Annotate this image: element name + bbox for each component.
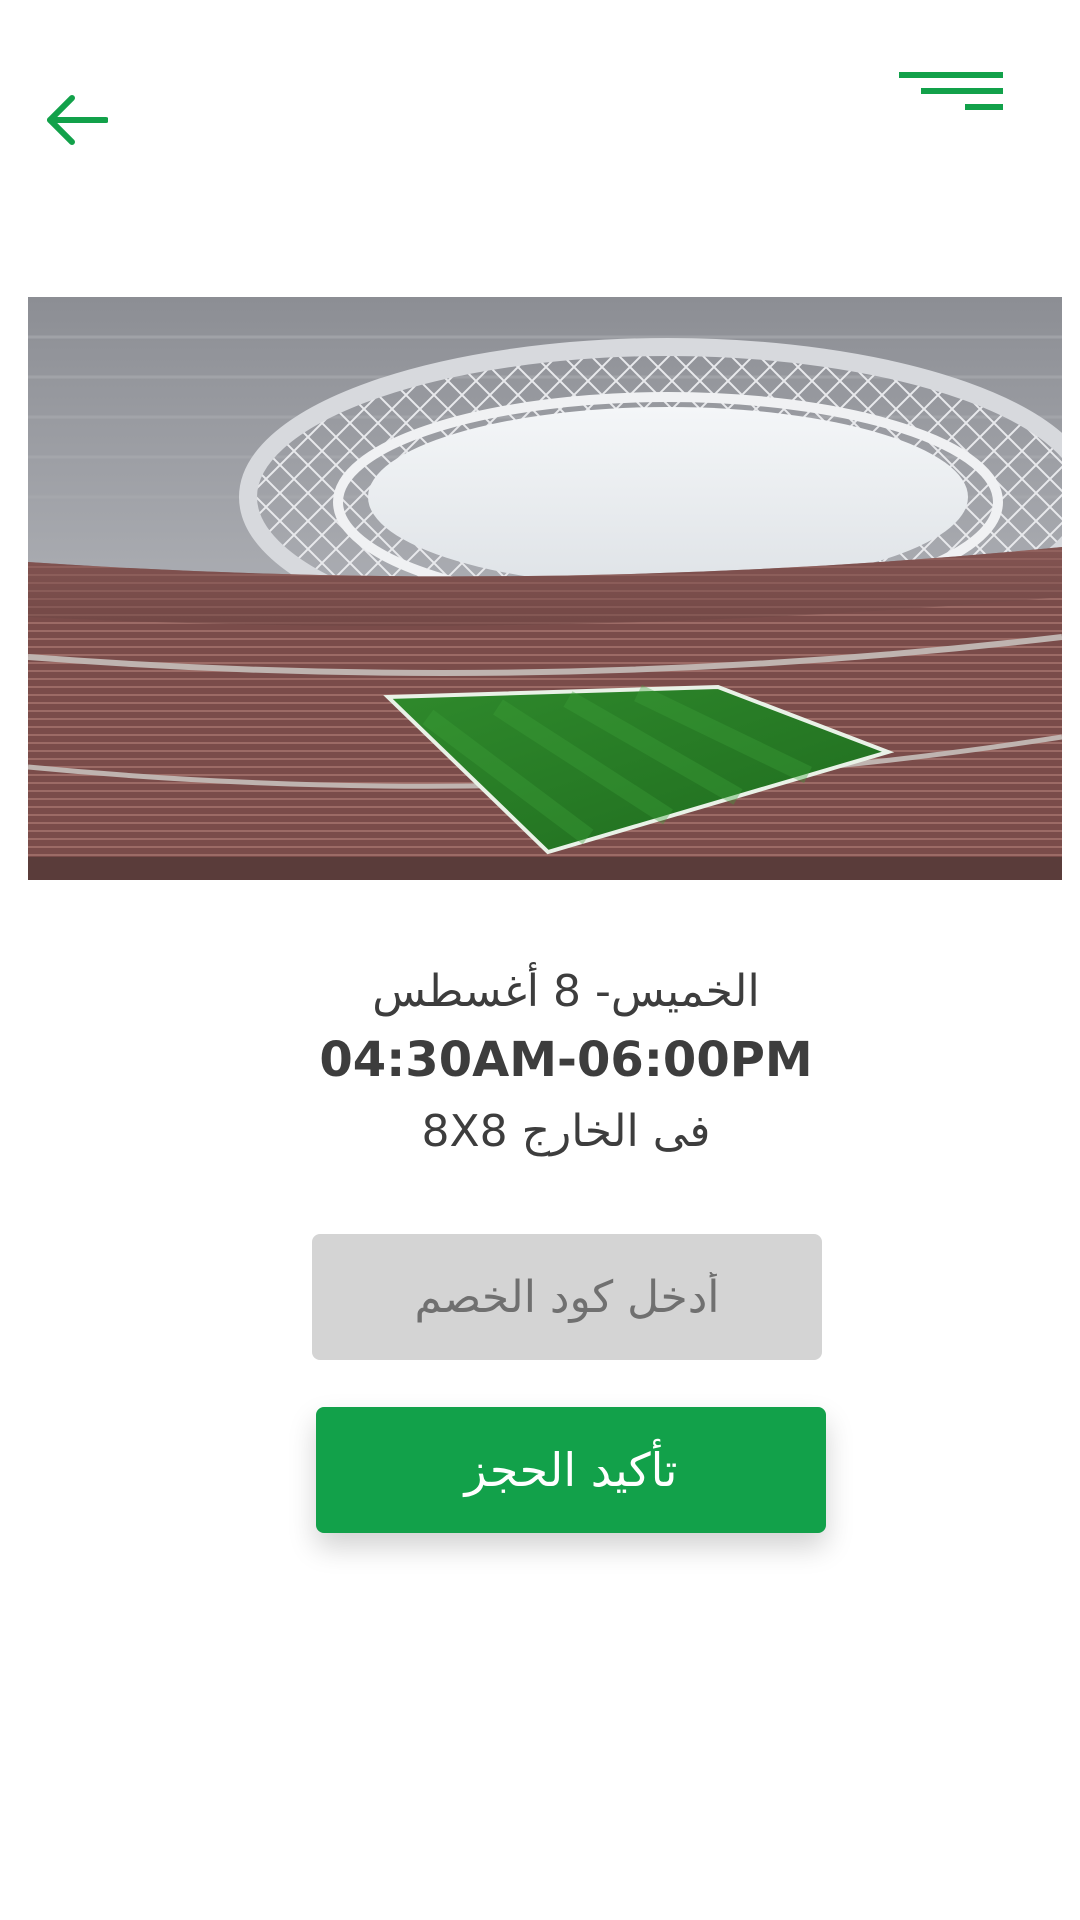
booking-venue: فى الخارج 8X8: [421, 1106, 711, 1157]
booking-confirmation-screen: الخميس- 8 أغسطس 04:30AM-06:00PM فى الخار…: [0, 0, 1080, 1920]
booking-date: الخميس- 8 أغسطس: [372, 966, 760, 1017]
booking-time: 04:30AM-06:00PM: [319, 1032, 813, 1088]
stadium-image: [28, 297, 1062, 880]
discount-code-input[interactable]: [312, 1234, 822, 1360]
arrow-left-icon: [47, 95, 108, 145]
confirm-booking-button[interactable]: تأكيد الحجز: [316, 1407, 826, 1533]
back-button[interactable]: [40, 90, 112, 150]
hamburger-menu-icon: [899, 72, 1003, 110]
menu-button[interactable]: [895, 68, 1015, 122]
